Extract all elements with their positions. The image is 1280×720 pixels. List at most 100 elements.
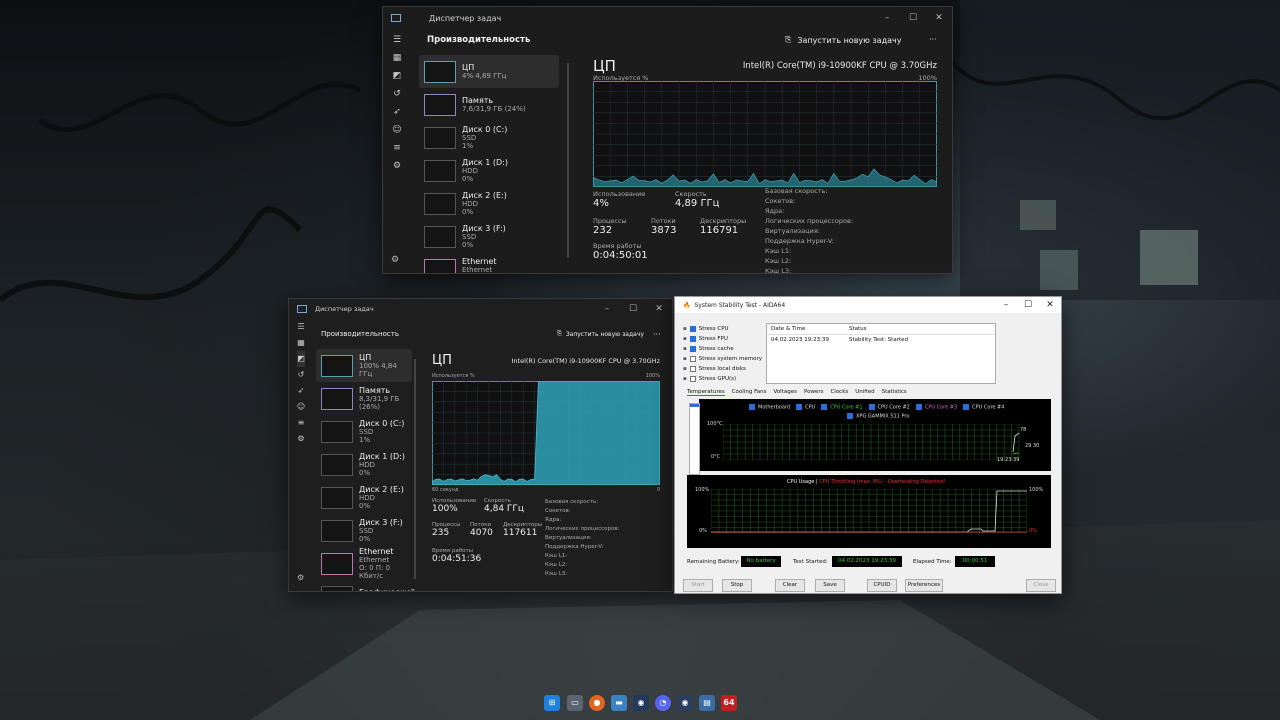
checkbox[interactable] [689,355,696,362]
start-button[interactable]: Start [683,579,713,592]
minimize-button[interactable]: – [874,13,900,23]
cpuid-button[interactable]: CPUID [867,579,897,592]
checkbox[interactable] [689,325,696,332]
task-manager-window-back[interactable]: Диспетчер задач – ☐ ✕ ☰ ▦ ◩ ↺ ➶ ☺ ≡ ⚙ ⚙ Пр… [382,6,953,274]
users-icon[interactable]: ☺ [297,399,305,415]
resource-item[interactable]: Диск 0 (C:) SSD 1% [419,121,559,154]
search-icon[interactable]: ▭ [567,695,583,711]
resource-item[interactable]: Диск 3 (F:) SSD 0% [316,514,412,547]
settings-icon[interactable]: ⚙ [297,573,304,582]
legend-item[interactable]: CPU Core #3 [915,404,957,411]
more-button[interactable]: ··· [653,330,661,339]
performance-icon[interactable]: ◩ [297,351,305,367]
aida64-stability-window[interactable]: 🔥 System Stability Test - AIDA64 – ☐ ✕ ▪ St… [674,296,1062,594]
resource-item[interactable]: Диск 2 (E:) HDD 0% [316,481,412,514]
resource-item[interactable]: Память 8,3/31,9 ГБ (26%) [316,382,412,415]
tab-cooling-fans[interactable]: Cooling Fans [732,389,767,396]
tab-powers[interactable]: Powers [804,389,824,396]
file-explorer-icon[interactable]: ▬ [611,695,627,711]
resource-item[interactable]: Диск 0 (C:) SSD 1% [316,415,412,448]
checkbox[interactable] [689,375,696,382]
stress-label: Stress CPU [698,326,729,332]
stress-option[interactable]: ▪ Stress cache [683,344,762,354]
aida64-icon[interactable]: 64 [721,695,737,711]
close-button[interactable]: ✕ [1039,300,1061,310]
details-icon[interactable]: ≡ [393,139,401,157]
close-button[interactable]: ✕ [646,304,672,314]
stress-label: Stress local disks [698,366,746,372]
run-new-task-button[interactable]: ⎘ Запустить новую задачу [557,330,644,338]
services-icon[interactable]: ⚙ [393,157,401,175]
stress-option[interactable]: ▪ Stress GPU(s) [683,374,762,384]
menu-icon[interactable]: ☰ [393,31,401,49]
maximize-button[interactable]: ☐ [900,13,926,23]
tab-unified[interactable]: Unified [855,389,874,396]
resource-item[interactable]: Диск 2 (E:) HDD 0% [419,187,559,220]
maximize-button[interactable]: ☐ [1017,300,1039,310]
table-row[interactable]: 04.02.2023 19:23:39 Stability Test: Star… [767,335,995,345]
maximize-button[interactable]: ☐ [620,304,646,314]
resource-item[interactable]: Графический п [316,580,415,591]
save-button[interactable]: Save [815,579,845,592]
tab-voltages[interactable]: Voltages [773,389,797,396]
tab-statistics[interactable]: Statistics [882,389,907,396]
minimize-button[interactable]: – [995,300,1017,310]
resource-item[interactable]: EthernetEthernetО: 0 П: 0 Кбит/с [419,253,559,273]
steam-2-icon[interactable]: ◉ [677,695,693,711]
detail-label: Поддержка Hyper-V: [545,544,604,550]
tab-temperatures[interactable]: Temperatures [687,389,725,396]
checkbox[interactable] [689,335,696,342]
resource-item[interactable]: Диск 3 (F:) SSD 0% [419,220,559,253]
more-button[interactable]: ··· [929,35,937,44]
processes-icon[interactable]: ▦ [393,49,402,67]
settings-icon[interactable]: ⚙ [391,255,399,265]
resource-item[interactable]: Диск 1 (D:) HDD 0% [419,154,559,187]
history-icon[interactable]: ↺ [298,367,305,383]
resource-item[interactable]: Диск 1 (D:) HDD 0% [316,448,412,481]
clear-button[interactable]: Clear [775,579,805,592]
resource-thumbnail [424,258,456,273]
legend-item[interactable]: CPU Core #2 [868,404,910,411]
stop-button[interactable]: Stop [722,579,752,592]
services-icon[interactable]: ⚙ [297,431,304,447]
history-icon[interactable]: ↺ [393,85,401,103]
run-new-task-button[interactable]: ⎘ Запустить новую задачу [785,35,901,45]
steam-icon[interactable]: ◉ [633,695,649,711]
legend-item[interactable]: CPU Core #1 [821,404,863,411]
users-icon[interactable]: ☺ [392,121,401,139]
stress-option[interactable]: ▪ Stress FPU [683,334,762,344]
resource-name: Диск 1 (D:) [462,157,508,167]
performance-icon[interactable]: ◩ [393,67,402,85]
splitter[interactable] [567,63,569,258]
resource-item[interactable]: EthernetEthernetО: 0 П: 0 Кбит/с [316,547,412,580]
legend-item[interactable]: CPU [796,404,815,411]
uptime-value: 0:04:50:01 [593,250,648,261]
details-icon[interactable]: ≡ [298,415,305,431]
resource-item[interactable]: Память 7,6/31,9 ГБ (24%) [419,88,559,121]
tab-clocks[interactable]: Clocks [830,389,848,396]
stress-option[interactable]: ▪ Stress local disks [683,364,762,374]
resource-item[interactable]: ЦП 4% 4,89 ГГц [419,55,559,88]
checkbox[interactable] [689,365,696,372]
task-manager-window-front[interactable]: Диспетчер задач – ☐ ✕ ☰ ▦ ◩ ↺ ➶ ☺ ≡ ⚙ ⚙ Пр… [288,298,673,592]
stress-option[interactable]: ▪ Stress CPU [683,324,762,334]
resource-list: ЦП 100% 4,84 ГГц Память 8,3/31,9 ГБ (26%) Ди… [316,349,415,591]
legend-item[interactable]: CPU Core #4 [963,404,1004,411]
minimize-button[interactable]: – [594,304,620,314]
splitter[interactable] [414,359,416,579]
legend-item[interactable]: Motherboard [749,404,790,411]
checkbox[interactable] [689,345,696,352]
preferences-button[interactable]: Preferences [905,579,943,592]
discord-icon[interactable]: ◔ [655,695,671,711]
firefox-icon[interactable]: ● [589,695,605,711]
startup-icon[interactable]: ➶ [298,383,305,399]
startup-icon[interactable]: ➶ [393,103,401,121]
task-manager-icon[interactable]: ▤ [699,695,715,711]
close-button[interactable]: ✕ [926,13,952,23]
stress-option[interactable]: ▪ Stress system memory [683,354,762,364]
resource-item[interactable]: ЦП 100% 4,84 ГГц [316,349,412,382]
start-icon[interactable]: ⊞ [544,695,560,711]
processes-icon[interactable]: ▦ [297,335,305,351]
menu-icon[interactable]: ☰ [297,319,304,335]
close-dialog-button[interactable]: Close [1026,579,1056,592]
